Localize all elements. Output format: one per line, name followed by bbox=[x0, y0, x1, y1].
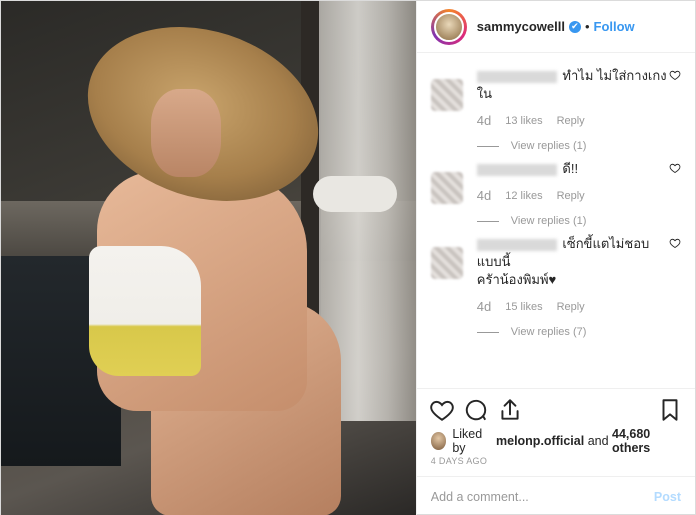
bookmark-icon[interactable] bbox=[657, 397, 683, 423]
comment-input[interactable] bbox=[430, 489, 654, 504]
comment-heart-icon[interactable] bbox=[669, 162, 681, 174]
view-replies-button[interactable]: View replies (1) bbox=[476, 140, 673, 152]
follow-button[interactable]: Follow bbox=[594, 19, 635, 34]
comments-list[interactable]: ทำไม ไม่ใส่กางเกง ใน 4d 13 likes Reply V… bbox=[417, 53, 695, 388]
comment-heart-icon[interactable] bbox=[669, 69, 681, 81]
comment-text: ดี!! bbox=[476, 160, 673, 178]
view-replies-button[interactable]: View replies (7) bbox=[476, 326, 673, 338]
reply-button[interactable]: Reply bbox=[557, 301, 585, 313]
share-icon[interactable] bbox=[497, 397, 523, 423]
comment-likes[interactable]: 15 likes bbox=[505, 301, 542, 313]
replies-line bbox=[476, 145, 499, 147]
comment-avatar[interactable] bbox=[430, 172, 463, 204]
story-ring[interactable] bbox=[430, 8, 467, 45]
likes-prefix: Liked by bbox=[452, 427, 483, 455]
comment-item: ดี!! 4d 12 likes Reply View replies (1) bbox=[430, 160, 681, 227]
verified-badge-icon: ✔ bbox=[568, 20, 581, 33]
heart-icon[interactable] bbox=[429, 397, 455, 423]
comment-text-line2: ใน bbox=[476, 86, 493, 101]
comment-body: ทำไม ไม่ใส่กางเกง ใน 4d 13 likes Reply V… bbox=[476, 67, 673, 152]
liker-username[interactable]: melonp.official bbox=[496, 434, 584, 448]
add-comment-bar: Post bbox=[416, 476, 695, 515]
avatar[interactable] bbox=[433, 11, 464, 42]
comment-text: เซ็กขี้แตไม่ชอบแบบนี้ ครัาน้องพิมพ์♥ bbox=[476, 235, 673, 289]
comment-heart-icon[interactable] bbox=[669, 237, 681, 249]
comment-icon[interactable] bbox=[463, 397, 489, 423]
photo-curtain-tie bbox=[313, 176, 397, 212]
comment-meta: 4d 13 likes Reply bbox=[477, 113, 673, 128]
post-photo[interactable] bbox=[1, 1, 416, 515]
username[interactable]: sammycowelll bbox=[477, 19, 565, 34]
blurred-username[interactable] bbox=[476, 70, 557, 83]
comment-likes[interactable]: 13 likes bbox=[505, 115, 542, 127]
post-header: sammycowelll ✔ • Follow bbox=[416, 1, 695, 53]
action-bar bbox=[416, 388, 695, 430]
comment-item: เซ็กขี้แตไม่ชอบแบบนี้ ครัาน้องพิมพ์♥ 4d … bbox=[430, 235, 681, 338]
comment-item: ทำไม ไม่ใส่กางเกง ใน 4d 13 likes Reply V… bbox=[430, 67, 681, 152]
view-replies-label: View replies (1) bbox=[510, 215, 587, 227]
reply-button[interactable]: Reply bbox=[557, 115, 585, 127]
blurred-username[interactable] bbox=[476, 238, 557, 251]
likes-summary: Liked by melonp.official and 44,680 othe… bbox=[417, 427, 695, 455]
comment-age: 4d bbox=[476, 299, 492, 314]
view-replies-label: View replies (1) bbox=[510, 140, 587, 152]
reply-button[interactable]: Reply bbox=[557, 190, 585, 202]
likes-joiner: and bbox=[587, 434, 609, 448]
post-window: sammycowelll ✔ • Follow ทำไม ไม่ใส่กางเก… bbox=[0, 0, 696, 515]
comment-text-line2: ครัาน้องพิมพ์♥ bbox=[476, 272, 557, 287]
comment-text: ทำไม ไม่ใส่กางเกง ใน bbox=[476, 67, 673, 103]
comment-avatar[interactable] bbox=[430, 79, 463, 111]
comment-likes[interactable]: 12 likes bbox=[505, 190, 542, 202]
post-comment-button[interactable]: Post bbox=[654, 490, 681, 504]
photo-face bbox=[151, 89, 221, 177]
comment-text-line1: ดี!! bbox=[562, 161, 579, 176]
liker-avatar[interactable] bbox=[430, 432, 447, 450]
photo-swimsuit bbox=[89, 246, 201, 376]
post-side-panel: sammycowelll ✔ • Follow ทำไม ไม่ใส่กางเก… bbox=[415, 1, 695, 515]
comment-text-line1: ทำไม ไม่ใส่กางเกง bbox=[562, 68, 667, 83]
view-replies-label: View replies (7) bbox=[510, 326, 587, 338]
likes-count[interactable]: 44,680 others bbox=[612, 427, 681, 455]
view-replies-button[interactable]: View replies (1) bbox=[476, 215, 673, 227]
replies-line bbox=[476, 220, 499, 222]
post-timestamp[interactable]: 4 DAYS AGO bbox=[417, 452, 695, 476]
comment-avatar[interactable] bbox=[430, 247, 463, 279]
separator-dot: • bbox=[584, 19, 590, 34]
blurred-username[interactable] bbox=[476, 163, 557, 176]
comment-age: 4d bbox=[476, 113, 492, 128]
comment-body: ดี!! 4d 12 likes Reply View replies (1) bbox=[476, 160, 673, 227]
comment-age: 4d bbox=[476, 188, 492, 203]
replies-line bbox=[476, 331, 499, 333]
comment-meta: 4d 15 likes Reply bbox=[477, 299, 673, 314]
comment-meta: 4d 12 likes Reply bbox=[477, 188, 673, 203]
comment-body: เซ็กขี้แตไม่ชอบแบบนี้ ครัาน้องพิมพ์♥ 4d … bbox=[476, 235, 673, 338]
